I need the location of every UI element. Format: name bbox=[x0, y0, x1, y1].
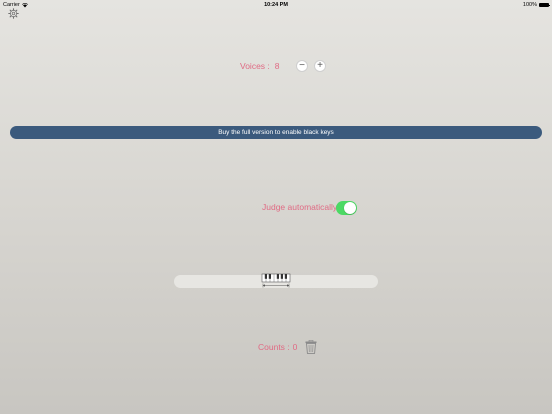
counts-label: Counts : bbox=[258, 342, 290, 352]
trash-icon[interactable] bbox=[305, 340, 317, 354]
increase-voices-button[interactable]: + bbox=[314, 60, 326, 72]
battery-icon bbox=[539, 3, 550, 7]
piano-keys-icon[interactable] bbox=[261, 273, 291, 289]
voices-row: Voices : 8 bbox=[240, 61, 280, 71]
decrease-voices-button[interactable]: − bbox=[296, 60, 308, 72]
judge-automatically-label: Judge automatically bbox=[262, 202, 338, 212]
buy-full-version-button[interactable]: Buy the full version to enable black key… bbox=[10, 126, 542, 139]
counts-row: Counts :0 bbox=[258, 342, 297, 352]
status-right: 100% bbox=[522, 2, 550, 8]
status-time: 10:24 PM bbox=[264, 2, 288, 8]
voices-label: Voices : bbox=[240, 61, 270, 71]
counts-value: 0 bbox=[292, 342, 298, 352]
minus-icon: − bbox=[299, 60, 305, 71]
status-bar: Carrier 10:24 PM 100% bbox=[0, 0, 552, 10]
battery-percent: 100% bbox=[522, 2, 537, 8]
gear-icon[interactable] bbox=[8, 8, 19, 19]
judge-automatically-toggle[interactable] bbox=[336, 201, 357, 215]
plus-icon: + bbox=[317, 60, 323, 71]
buy-full-version-label: Buy the full version to enable black key… bbox=[218, 129, 334, 136]
toggle-knob bbox=[344, 202, 356, 214]
voices-value: 8 bbox=[274, 61, 280, 71]
